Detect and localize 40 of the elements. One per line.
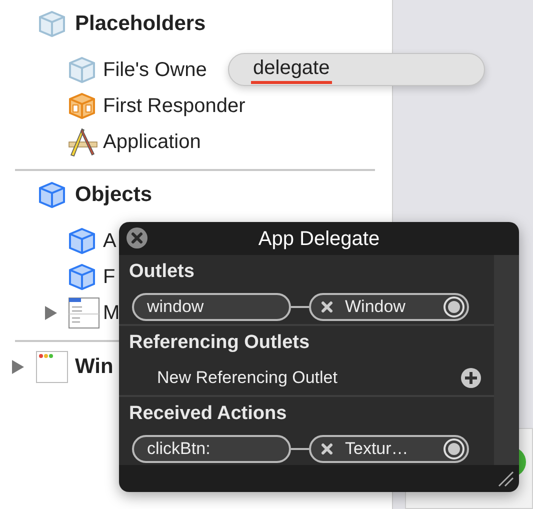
connection-pill[interactable]: Window xyxy=(309,292,469,320)
outline-item[interactable]: A xyxy=(103,226,116,256)
section-heading[interactable]: Win xyxy=(75,351,114,383)
panel-title: App Delegate xyxy=(258,226,380,252)
outlet-label: New Referencing Outlet xyxy=(157,366,338,389)
cube-icon xyxy=(38,181,66,209)
outline-item[interactable]: M xyxy=(103,298,120,328)
connection-circle-icon[interactable] xyxy=(443,438,465,460)
outlet-pill[interactable]: window xyxy=(132,292,291,320)
window-icon xyxy=(36,351,68,383)
disclosure-triangle-icon[interactable] xyxy=(11,359,25,375)
delegate-label: delegate xyxy=(251,55,332,84)
section-title: Outlets xyxy=(129,260,194,284)
remove-icon[interactable] xyxy=(321,300,333,312)
delegate-popup[interactable]: delegate xyxy=(228,53,485,86)
cube-icon xyxy=(68,263,96,291)
close-icon[interactable] xyxy=(126,227,148,249)
cube-icon xyxy=(38,10,66,38)
section-title: Received Actions xyxy=(129,402,287,426)
outline-item[interactable]: Application xyxy=(103,127,201,157)
connection-target: Textur… xyxy=(345,438,408,460)
section-title: Referencing Outlets xyxy=(129,330,310,355)
connection-circle-icon[interactable] xyxy=(443,296,465,318)
cube-icon xyxy=(68,56,96,84)
section-heading: Objects xyxy=(75,182,152,208)
connection-target: Window xyxy=(345,296,406,318)
menu-icon xyxy=(68,297,100,329)
box-icon xyxy=(68,92,96,120)
remove-icon[interactable] xyxy=(321,442,333,454)
outline-item[interactable]: F xyxy=(103,262,116,292)
disclosure-triangle-icon[interactable] xyxy=(44,305,58,321)
section-heading: Placeholders xyxy=(75,11,206,38)
outline-item[interactable]: File's Owne xyxy=(103,55,207,85)
outline-item[interactable]: First Responder xyxy=(103,91,246,121)
add-icon[interactable] xyxy=(460,366,482,388)
outlet-pill[interactable]: clickBtn: xyxy=(132,434,291,462)
connection-pill[interactable]: Textur… xyxy=(309,434,469,462)
pencil-ruler-icon xyxy=(68,127,98,157)
cube-icon xyxy=(68,227,96,255)
resize-grip-icon[interactable] xyxy=(497,470,515,488)
